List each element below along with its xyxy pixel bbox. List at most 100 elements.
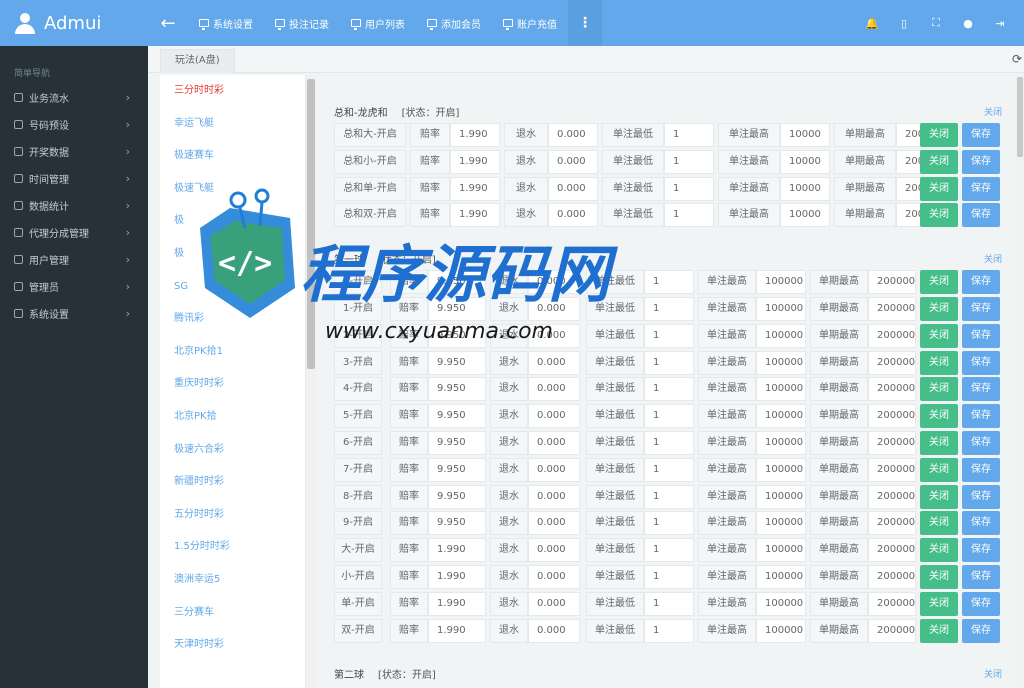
rebate-input[interactable]: 0.000	[528, 457, 580, 482]
rebate-input[interactable]: 0.000	[548, 203, 598, 228]
save-button[interactable]: 保存	[962, 457, 1000, 482]
game-list-item[interactable]: 北京PK拾1	[160, 336, 305, 369]
fullscreen-icon[interactable]: ⛶	[920, 16, 952, 30]
nav-bet-records[interactable]: 投注记录	[264, 0, 340, 46]
scrollbar-thumb[interactable]	[1017, 77, 1023, 157]
rebate-input[interactable]: 0.000	[548, 123, 598, 147]
max-bet-input[interactable]: 100000	[756, 618, 806, 643]
sidebar-item[interactable]: 管理员 ›	[0, 273, 148, 300]
save-button[interactable]: 保存	[962, 123, 1000, 147]
period-max-input[interactable]: 200000	[868, 404, 916, 429]
max-bet-input[interactable]: 10000	[780, 203, 830, 228]
save-button[interactable]: 保存	[962, 565, 1000, 589]
game-list-item[interactable]: 腾讯彩	[160, 303, 305, 336]
min-bet-input[interactable]: 1	[664, 123, 714, 147]
max-bet-input[interactable]: 100000	[756, 457, 806, 482]
odds-input[interactable]: 9.950	[428, 377, 486, 402]
rebate-input[interactable]: 0.000	[528, 377, 580, 402]
min-bet-input[interactable]: 1	[644, 431, 694, 455]
game-list-scrollbar[interactable]	[306, 75, 316, 688]
game-list-item[interactable]: 五分时时彩	[160, 499, 305, 532]
game-list-item[interactable]: 新疆时时彩	[160, 466, 305, 499]
game-list-item[interactable]: 1.5分时时彩	[160, 531, 305, 564]
period-max-input[interactable]: 200000	[868, 323, 916, 348]
scrollbar-thumb[interactable]	[307, 79, 315, 369]
close-button[interactable]: 关闭	[920, 350, 958, 375]
close-button[interactable]: 关闭	[920, 484, 958, 509]
max-bet-input[interactable]: 100000	[756, 565, 806, 589]
game-list-item[interactable]: 重庆时时彩	[160, 368, 305, 401]
section-close-link[interactable]: 关闭	[984, 667, 1002, 680]
save-button[interactable]: 保存	[962, 176, 1000, 201]
user-icon[interactable]: ●	[952, 17, 984, 30]
section-close-link[interactable]: 关闭	[984, 105, 1002, 118]
tab-play-a[interactable]: 玩法(A盘)	[160, 49, 235, 73]
game-list-item[interactable]: 幸运飞艇	[160, 108, 305, 141]
rebate-input[interactable]: 0.000	[528, 538, 580, 563]
nav-user-list[interactable]: 用户列表	[340, 0, 416, 46]
min-bet-input[interactable]: 1	[644, 404, 694, 429]
brand[interactable]: Admui	[0, 0, 148, 46]
save-button[interactable]: 保存	[962, 404, 1000, 429]
min-bet-input[interactable]: 1	[644, 618, 694, 643]
close-button[interactable]: 关闭	[920, 511, 958, 536]
sidebar-item[interactable]: 数据统计 ›	[0, 192, 148, 219]
sidebar-item[interactable]: 开奖数据 ›	[0, 138, 148, 165]
close-button[interactable]: 关闭	[920, 123, 958, 147]
rebate-input[interactable]: 0.000	[528, 323, 580, 348]
min-bet-input[interactable]: 1	[644, 538, 694, 563]
period-max-input[interactable]: 200000	[868, 377, 916, 402]
save-button[interactable]: 保存	[962, 538, 1000, 563]
close-button[interactable]: 关闭	[920, 323, 958, 348]
max-bet-input[interactable]: 10000	[780, 149, 830, 174]
min-bet-input[interactable]: 1	[644, 565, 694, 589]
game-list-item[interactable]: 三分时时彩	[160, 75, 305, 108]
page-scrollbar[interactable]	[1016, 75, 1024, 688]
save-button[interactable]: 保存	[962, 203, 1000, 228]
period-max-input[interactable]: 200000	[868, 350, 916, 375]
odds-input[interactable]: 1.990	[428, 591, 486, 616]
save-button[interactable]: 保存	[962, 377, 1000, 402]
odds-input[interactable]: 1.990	[450, 123, 500, 147]
rebate-input[interactable]: 0.000	[528, 618, 580, 643]
save-button[interactable]: 保存	[962, 270, 1000, 295]
save-button[interactable]: 保存	[962, 297, 1000, 321]
close-button[interactable]: 关闭	[920, 618, 958, 643]
close-button[interactable]: 关闭	[920, 591, 958, 616]
sidebar-item[interactable]: 系统设置 ›	[0, 300, 148, 327]
game-list-item[interactable]: 极速赛车	[160, 140, 305, 173]
game-list-item[interactable]: 极	[160, 238, 305, 271]
close-button[interactable]: 关闭	[920, 297, 958, 321]
max-bet-input[interactable]: 100000	[756, 297, 806, 321]
close-button[interactable]: 关闭	[920, 377, 958, 402]
more-menu-icon[interactable]: ⋮	[568, 0, 602, 46]
game-list-item[interactable]: 极速飞艇	[160, 173, 305, 206]
min-bet-input[interactable]: 1	[644, 484, 694, 509]
max-bet-input[interactable]: 100000	[756, 350, 806, 375]
rebate-input[interactable]: 0.000	[548, 176, 598, 201]
min-bet-input[interactable]: 1	[644, 297, 694, 321]
close-button[interactable]: 关闭	[920, 457, 958, 482]
document-icon[interactable]: ▯	[888, 17, 920, 30]
sidebar-item[interactable]: 代理分成管理 ›	[0, 219, 148, 246]
sidebar-item[interactable]: 业务流水 ›	[0, 84, 148, 111]
max-bet-input[interactable]: 100000	[756, 431, 806, 455]
game-list-item[interactable]: 澳洲幸运5	[160, 564, 305, 597]
save-button[interactable]: 保存	[962, 431, 1000, 455]
max-bet-input[interactable]: 100000	[756, 404, 806, 429]
max-bet-input[interactable]: 100000	[756, 591, 806, 616]
odds-input[interactable]: 9.950	[428, 270, 486, 295]
save-button[interactable]: 保存	[962, 350, 1000, 375]
rebate-input[interactable]: 0.000	[528, 431, 580, 455]
odds-input[interactable]: 1.990	[428, 565, 486, 589]
close-button[interactable]: 关闭	[920, 431, 958, 455]
close-button[interactable]: 关闭	[920, 538, 958, 563]
odds-input[interactable]: 9.950	[428, 297, 486, 321]
odds-input[interactable]: 9.950	[428, 404, 486, 429]
save-button[interactable]: 保存	[962, 149, 1000, 174]
logout-icon[interactable]: ⇥	[984, 17, 1016, 30]
max-bet-input[interactable]: 100000	[756, 323, 806, 348]
min-bet-input[interactable]: 1	[664, 203, 714, 228]
save-button[interactable]: 保存	[962, 591, 1000, 616]
period-max-input[interactable]: 200000	[868, 484, 916, 509]
